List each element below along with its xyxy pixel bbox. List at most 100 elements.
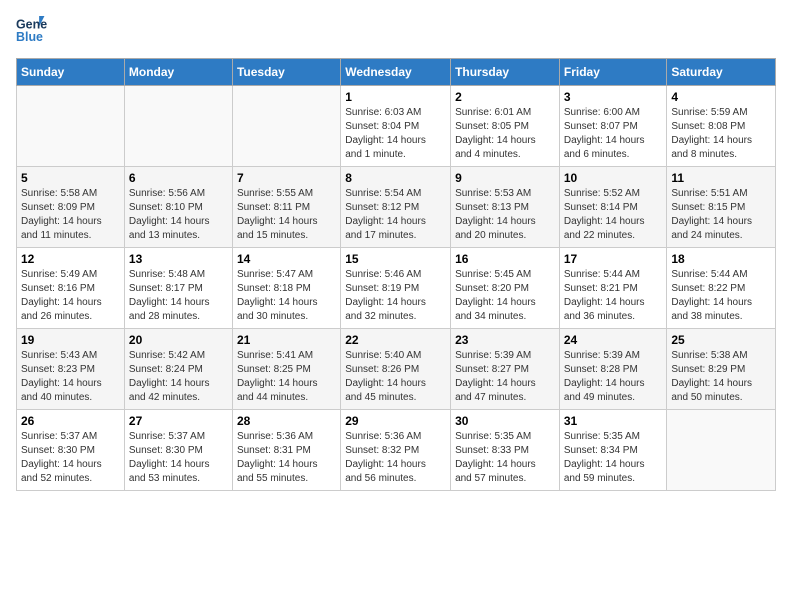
- day-info: Sunrise: 5:39 AM Sunset: 8:27 PM Dayligh…: [455, 349, 555, 405]
- day-number: 21: [237, 333, 336, 347]
- day-info: Sunrise: 5:40 AM Sunset: 8:26 PM Dayligh…: [345, 349, 446, 405]
- calendar-cell: 9Sunrise: 5:53 AM Sunset: 8:13 PM Daylig…: [451, 167, 560, 248]
- calendar-cell: 25 Sunrise: 5:38 AM Sunset: 8:29 PM Dayli…: [667, 329, 776, 410]
- header-wednesday: Wednesday: [341, 59, 451, 86]
- calendar-cell: 12 Sunrise: 5:49 AM Sunset: 8:16 PM Dayli…: [17, 248, 125, 329]
- calendar-cell: 6 Sunrise: 5:56 AM Sunset: 8:10 PM Daylig…: [124, 167, 232, 248]
- calendar-cell: 22 Sunrise: 5:40 AM Sunset: 8:26 PM Dayli…: [341, 329, 451, 410]
- day-number: 14: [237, 252, 336, 266]
- calendar-cell: 7 Sunrise: 5:55 AM Sunset: 8:11 PM Daylig…: [232, 167, 340, 248]
- calendar-table: SundayMondayTuesdayWednesdayThursdayFrid…: [16, 58, 776, 491]
- calendar-cell: 24 Sunrise: 5:39 AM Sunset: 8:28 PM Dayli…: [559, 329, 667, 410]
- day-number: 25: [671, 333, 771, 347]
- calendar-cell: 20 Sunrise: 5:42 AM Sunset: 8:24 PM Dayli…: [124, 329, 232, 410]
- day-info: Sunrise: 5:38 AM Sunset: 8:29 PM Dayligh…: [671, 349, 771, 405]
- day-info: Sunrise: 5:45 AM Sunset: 8:20 PM Dayligh…: [455, 268, 555, 324]
- day-number: 20: [129, 333, 228, 347]
- day-info: Sunrise: 5:59 AM Sunset: 8:08 PM Dayligh…: [671, 106, 771, 162]
- day-info: Sunrise: 5:44 AM Sunset: 8:21 PM Dayligh…: [564, 268, 663, 324]
- day-info: Sunrise: 5:39 AM Sunset: 8:28 PM Dayligh…: [564, 349, 663, 405]
- calendar-cell: 14 Sunrise: 5:47 AM Sunset: 8:18 PM Dayli…: [232, 248, 340, 329]
- day-number: 9: [455, 171, 555, 185]
- calendar-cell: 29Sunrise: 5:36 AM Sunset: 8:32 PM Dayli…: [341, 410, 451, 491]
- calendar-cell: [124, 86, 232, 167]
- day-number: 22: [345, 333, 446, 347]
- header-monday: Monday: [124, 59, 232, 86]
- day-number: 2: [455, 90, 555, 104]
- day-number: 12: [21, 252, 120, 266]
- header-thursday: Thursday: [451, 59, 560, 86]
- header-tuesday: Tuesday: [232, 59, 340, 86]
- day-info: Sunrise: 6:03 AM Sunset: 8:04 PM Dayligh…: [345, 106, 446, 162]
- day-number: 17: [564, 252, 663, 266]
- calendar-cell: 28 Sunrise: 5:36 AM Sunset: 8:31 PM Dayli…: [232, 410, 340, 491]
- header-friday: Friday: [559, 59, 667, 86]
- day-info: Sunrise: 5:41 AM Sunset: 8:25 PM Dayligh…: [237, 349, 336, 405]
- calendar-cell: 10 Sunrise: 5:52 AM Sunset: 8:14 PM Dayli…: [559, 167, 667, 248]
- week-row-1: 5 Sunrise: 5:58 AM Sunset: 8:09 PM Daylig…: [17, 167, 776, 248]
- calendar-cell: 4 Sunrise: 5:59 AM Sunset: 8:08 PM Daylig…: [667, 86, 776, 167]
- calendar-cell: 5 Sunrise: 5:58 AM Sunset: 8:09 PM Daylig…: [17, 167, 125, 248]
- day-number: 31: [564, 414, 663, 428]
- day-info: Sunrise: 5:51 AM Sunset: 8:15 PM Dayligh…: [671, 187, 771, 243]
- day-info: Sunrise: 6:00 AM Sunset: 8:07 PM Dayligh…: [564, 106, 663, 162]
- day-info: Sunrise: 5:36 AM Sunset: 8:32 PM Dayligh…: [345, 430, 446, 486]
- day-number: 16: [455, 252, 555, 266]
- calendar-header-row: SundayMondayTuesdayWednesdayThursdayFrid…: [17, 59, 776, 86]
- calendar-cell: 18 Sunrise: 5:44 AM Sunset: 8:22 PM Dayli…: [667, 248, 776, 329]
- day-number: 3: [564, 90, 663, 104]
- logo: GeneralBlue: [16, 16, 48, 48]
- calendar-cell: 13Sunrise: 5:48 AM Sunset: 8:17 PM Dayli…: [124, 248, 232, 329]
- calendar-cell: 11 Sunrise: 5:51 AM Sunset: 8:15 PM Dayli…: [667, 167, 776, 248]
- calendar-cell: 2 Sunrise: 6:01 AM Sunset: 8:05 PM Daylig…: [451, 86, 560, 167]
- day-number: 28: [237, 414, 336, 428]
- day-info: Sunrise: 5:49 AM Sunset: 8:16 PM Dayligh…: [21, 268, 120, 324]
- day-number: 7: [237, 171, 336, 185]
- calendar-cell: 27 Sunrise: 5:37 AM Sunset: 8:30 PM Dayli…: [124, 410, 232, 491]
- day-number: 1: [345, 90, 446, 104]
- day-info: Sunrise: 5:52 AM Sunset: 8:14 PM Dayligh…: [564, 187, 663, 243]
- day-info: Sunrise: 5:58 AM Sunset: 8:09 PM Dayligh…: [21, 187, 120, 243]
- day-number: 30: [455, 414, 555, 428]
- calendar-cell: 8 Sunrise: 5:54 AM Sunset: 8:12 PM Daylig…: [341, 167, 451, 248]
- calendar-cell: [17, 86, 125, 167]
- day-info: Sunrise: 5:37 AM Sunset: 8:30 PM Dayligh…: [129, 430, 228, 486]
- day-number: 23: [455, 333, 555, 347]
- day-info: Sunrise: 6:01 AM Sunset: 8:05 PM Dayligh…: [455, 106, 555, 162]
- day-number: 26: [21, 414, 120, 428]
- day-info: Sunrise: 5:42 AM Sunset: 8:24 PM Dayligh…: [129, 349, 228, 405]
- calendar-cell: 3 Sunrise: 6:00 AM Sunset: 8:07 PM Daylig…: [559, 86, 667, 167]
- day-number: 18: [671, 252, 771, 266]
- day-info: Sunrise: 5:54 AM Sunset: 8:12 PM Dayligh…: [345, 187, 446, 243]
- page-header: GeneralBlue: [16, 16, 776, 48]
- calendar-cell: 19Sunrise: 5:43 AM Sunset: 8:23 PM Dayli…: [17, 329, 125, 410]
- header-saturday: Saturday: [667, 59, 776, 86]
- day-number: 4: [671, 90, 771, 104]
- day-number: 15: [345, 252, 446, 266]
- week-row-2: 12 Sunrise: 5:49 AM Sunset: 8:16 PM Dayli…: [17, 248, 776, 329]
- calendar-cell: 15 Sunrise: 5:46 AM Sunset: 8:19 PM Dayli…: [341, 248, 451, 329]
- day-info: Sunrise: 5:36 AM Sunset: 8:31 PM Dayligh…: [237, 430, 336, 486]
- day-info: Sunrise: 5:35 AM Sunset: 8:34 PM Dayligh…: [564, 430, 663, 486]
- day-number: 11: [671, 171, 771, 185]
- day-number: 6: [129, 171, 228, 185]
- week-row-0: 1 Sunrise: 6:03 AM Sunset: 8:04 PM Daylig…: [17, 86, 776, 167]
- day-info: Sunrise: 5:44 AM Sunset: 8:22 PM Dayligh…: [671, 268, 771, 324]
- day-info: Sunrise: 5:47 AM Sunset: 8:18 PM Dayligh…: [237, 268, 336, 324]
- day-info: Sunrise: 5:35 AM Sunset: 8:33 PM Dayligh…: [455, 430, 555, 486]
- day-number: 8: [345, 171, 446, 185]
- day-number: 10: [564, 171, 663, 185]
- day-info: Sunrise: 5:55 AM Sunset: 8:11 PM Dayligh…: [237, 187, 336, 243]
- day-number: 27: [129, 414, 228, 428]
- day-info: Sunrise: 5:46 AM Sunset: 8:19 PM Dayligh…: [345, 268, 446, 324]
- day-number: 24: [564, 333, 663, 347]
- day-number: 5: [21, 171, 120, 185]
- calendar-cell: [667, 410, 776, 491]
- day-info: Sunrise: 5:56 AM Sunset: 8:10 PM Dayligh…: [129, 187, 228, 243]
- calendar-cell: 17 Sunrise: 5:44 AM Sunset: 8:21 PM Dayli…: [559, 248, 667, 329]
- calendar-cell: 26Sunrise: 5:37 AM Sunset: 8:30 PM Dayli…: [17, 410, 125, 491]
- calendar-cell: 31 Sunrise: 5:35 AM Sunset: 8:34 PM Dayli…: [559, 410, 667, 491]
- calendar-cell: 23 Sunrise: 5:39 AM Sunset: 8:27 PM Dayli…: [451, 329, 560, 410]
- logo-icon: GeneralBlue: [16, 16, 48, 48]
- calendar-body: 1 Sunrise: 6:03 AM Sunset: 8:04 PM Daylig…: [17, 86, 776, 491]
